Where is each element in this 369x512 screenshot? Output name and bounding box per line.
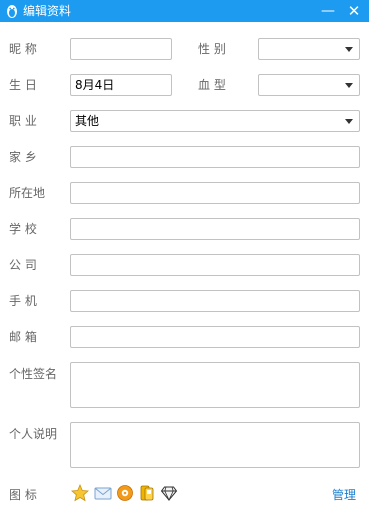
phone-badge-icon[interactable] bbox=[138, 484, 156, 502]
close-button[interactable]: ✕ bbox=[345, 2, 363, 20]
icons-label: 图 标 bbox=[9, 488, 37, 502]
school-label: 学 校 bbox=[9, 222, 37, 236]
birthday-label: 生 日 bbox=[9, 78, 37, 92]
occupation-label: 职 业 bbox=[9, 114, 37, 128]
music-badge-icon[interactable] bbox=[116, 484, 134, 502]
school-input[interactable] bbox=[70, 218, 360, 240]
window-title: 编辑资料 bbox=[23, 4, 72, 18]
mobile-input[interactable] bbox=[70, 290, 360, 312]
description-textarea[interactable] bbox=[70, 422, 360, 468]
gender-label: 性 别 bbox=[198, 42, 226, 56]
gender-select[interactable] bbox=[258, 38, 360, 60]
star-badge-icon[interactable] bbox=[71, 484, 89, 502]
birthday-input[interactable]: 8月4日 bbox=[70, 74, 172, 96]
nickname-label: 昵 称 bbox=[9, 42, 37, 56]
chevron-down-icon bbox=[345, 119, 353, 124]
company-label: 公 司 bbox=[9, 258, 37, 272]
nickname-input[interactable] bbox=[70, 38, 172, 60]
email-label: 邮 箱 bbox=[9, 330, 37, 344]
hometown-input[interactable] bbox=[70, 146, 360, 168]
blood-type-label: 血 型 bbox=[198, 78, 226, 92]
occupation-select[interactable]: 其他 bbox=[70, 110, 360, 132]
location-label: 所在地 bbox=[9, 186, 46, 200]
occupation-value: 其他 bbox=[75, 114, 100, 128]
minimize-button[interactable]: — bbox=[319, 2, 337, 20]
penguin-icon bbox=[7, 5, 17, 18]
email-input[interactable] bbox=[70, 326, 360, 348]
chevron-down-icon bbox=[345, 47, 353, 52]
mail-badge-icon[interactable] bbox=[94, 484, 112, 502]
description-label: 个人说明 bbox=[9, 427, 58, 441]
company-input[interactable] bbox=[70, 254, 360, 276]
mobile-label: 手 机 bbox=[9, 294, 37, 308]
chevron-down-icon bbox=[345, 83, 353, 88]
manage-link[interactable]: 管理 bbox=[332, 486, 356, 503]
birthday-value: 8月4日 bbox=[75, 78, 115, 92]
signature-label: 个性签名 bbox=[9, 367, 58, 381]
title-bar: 编辑资料 — ✕ bbox=[0, 0, 369, 22]
location-input[interactable] bbox=[70, 182, 360, 204]
hometown-label: 家 乡 bbox=[9, 150, 37, 164]
blood-type-select[interactable] bbox=[258, 74, 360, 96]
signature-textarea[interactable] bbox=[70, 362, 360, 408]
diamond-badge-icon[interactable] bbox=[160, 484, 178, 502]
